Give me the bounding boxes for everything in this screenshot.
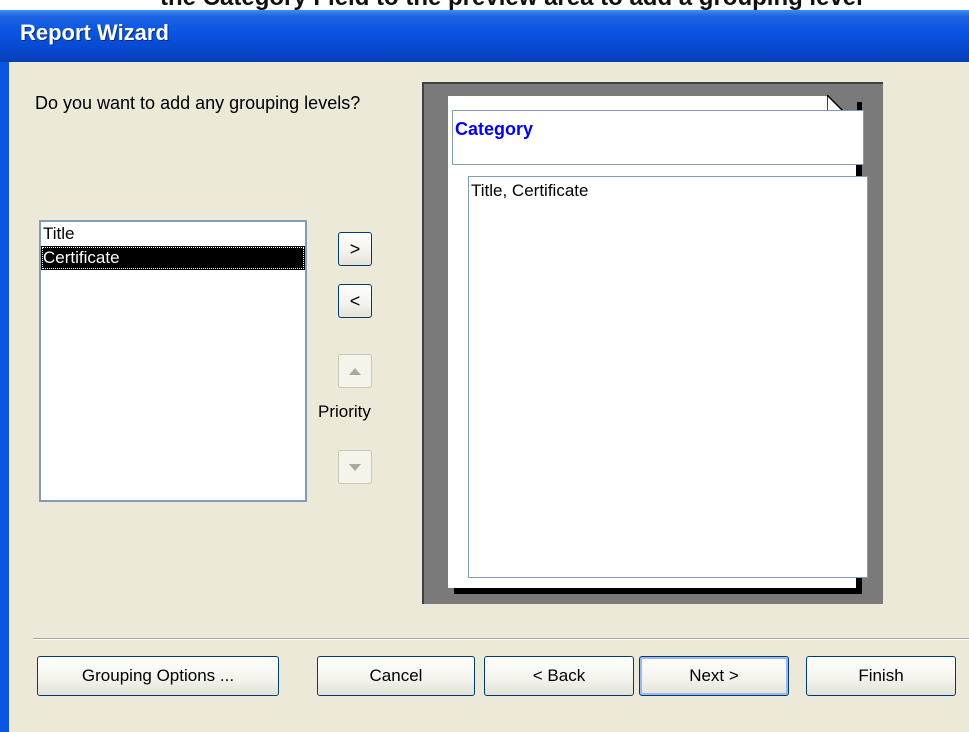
- list-item-certificate[interactable]: Certificate: [41, 246, 305, 270]
- grouping-preview: Category Title, Certificate: [422, 82, 883, 604]
- list-item-title[interactable]: Title: [41, 222, 305, 246]
- group-header-label: Category: [455, 119, 534, 139]
- report-wizard-window: Report Wizard Do you want to add any gro…: [0, 10, 969, 732]
- priority-up-button[interactable]: [338, 354, 372, 388]
- remove-grouping-label: <: [349, 290, 361, 311]
- available-fields-list[interactable]: Title Certificate: [39, 220, 307, 502]
- finish-label: Finish: [858, 666, 904, 685]
- group-header-box: Category: [452, 110, 864, 165]
- next-label: Next >: [689, 666, 739, 685]
- detail-box: Title, Certificate: [468, 176, 868, 578]
- preview-page: Category Title, Certificate: [448, 95, 868, 588]
- cancel-button[interactable]: Cancel: [317, 656, 475, 696]
- add-grouping-label: >: [349, 238, 361, 259]
- grouping-question: Do you want to add any grouping levels?: [35, 93, 361, 113]
- back-label: < Back: [532, 666, 586, 685]
- grouping-options-button[interactable]: Grouping Options ...: [37, 656, 279, 696]
- finish-button[interactable]: Finish: [806, 656, 956, 696]
- priority-down-button[interactable]: [338, 450, 372, 484]
- priority-label: Priority: [318, 402, 371, 421]
- arrow-down-icon: [349, 463, 361, 471]
- cancel-label: Cancel: [369, 666, 423, 685]
- window-title: Report Wizard: [20, 20, 169, 45]
- window-border: [0, 62, 9, 732]
- separator-line: [33, 638, 969, 640]
- add-grouping-button[interactable]: >: [338, 232, 372, 266]
- arrow-up-icon: [349, 367, 361, 375]
- next-button[interactable]: Next >: [639, 656, 789, 696]
- grouping-options-label: Grouping Options ...: [81, 666, 235, 685]
- detail-fields: Title, Certificate: [471, 181, 589, 200]
- title-bar[interactable]: Report Wizard: [0, 10, 969, 62]
- back-button[interactable]: < Back: [484, 656, 634, 696]
- remove-grouping-button[interactable]: <: [338, 284, 372, 318]
- dialog-body: Do you want to add any grouping levels? …: [9, 62, 969, 732]
